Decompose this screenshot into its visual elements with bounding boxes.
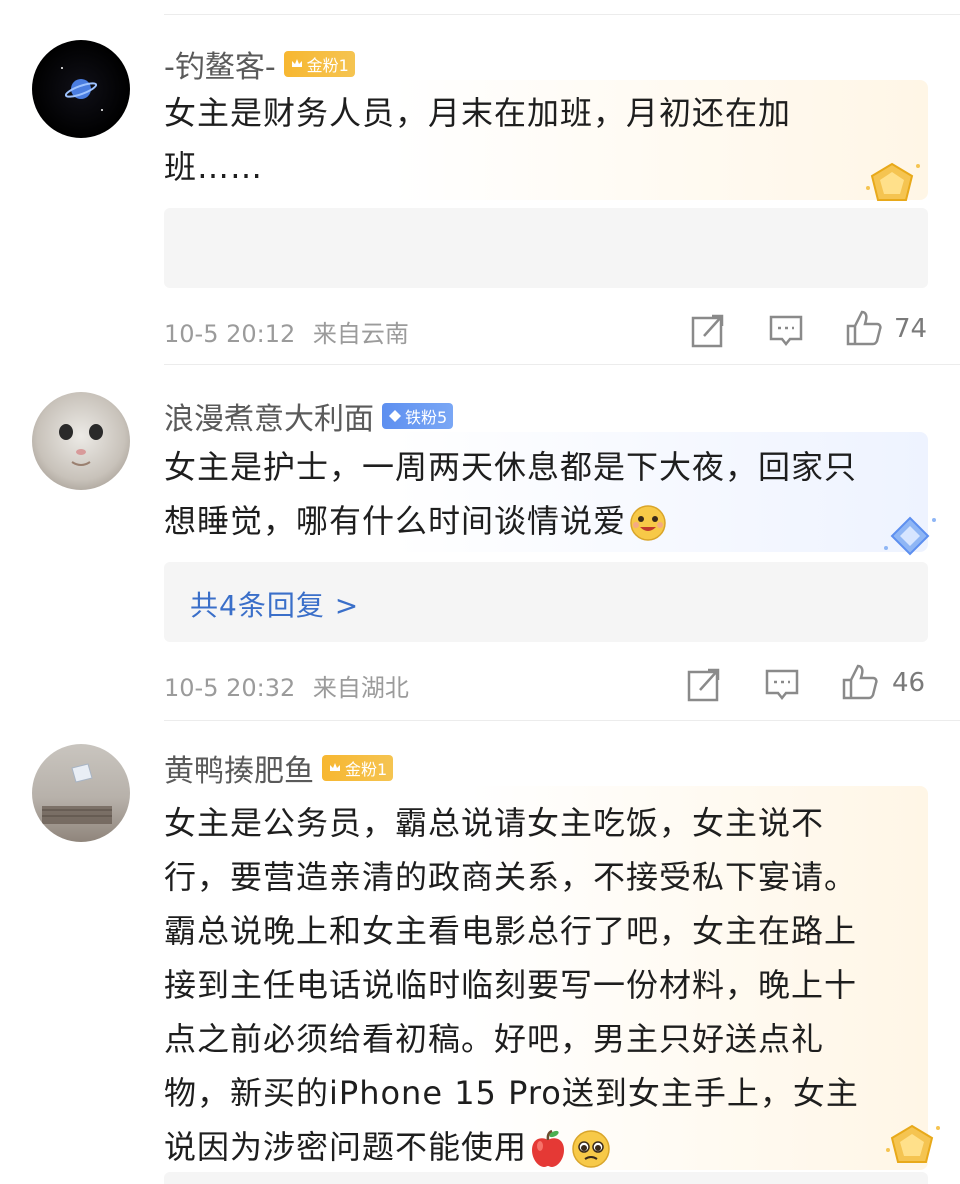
comment-line: 班……: [164, 148, 264, 186]
thumbs-up-icon[interactable]: [840, 662, 880, 702]
comment-line: 女主是护士，一周两天休息都是下大夜，回家只: [164, 448, 858, 486]
username[interactable]: 黄鸭揍肥鱼 金粉1: [164, 746, 394, 790]
comment-line: 霸总说晚上和女主看电影总行了吧，女主在路上: [164, 912, 858, 950]
comment-text: 女主是公务员，霸总说请女主吃饭，女主说不 行，要营造亲清的政商关系，不接受私下宴…: [164, 796, 928, 1174]
comment-line: 女主是公务员，霸总说请女主吃饭，女主说不: [164, 804, 825, 842]
comment-line-text: 想睡觉，哪有什么时间谈情说爱: [164, 502, 627, 540]
comment-line: 想睡觉，哪有什么时间谈情说爱: [164, 494, 928, 548]
comment-meta: 10-5 20:32 来自湖北: [164, 668, 409, 703]
comment-divider: [164, 720, 960, 721]
comment-line: 女主是财务人员，月末在加班，月初还在加: [164, 94, 792, 132]
comment-line: 点之前必须给看初稿。好吧，男主只好送点礼: [164, 1020, 825, 1058]
pleading-face-emoji: [572, 1130, 610, 1168]
comment-line-text: 说因为涉密问题不能使用: [164, 1128, 528, 1166]
location: 来自湖北: [312, 674, 409, 702]
top-divider: [164, 14, 960, 15]
view-replies-link[interactable]: 共4条回复 >: [190, 584, 359, 624]
crown-icon: [291, 59, 302, 67]
comment-divider: [164, 364, 960, 365]
photo-avatar-icon: [42, 763, 112, 824]
timestamp: 10-5 20:12: [164, 320, 296, 348]
avatar[interactable]: [32, 40, 130, 138]
share-icon[interactable]: [684, 664, 724, 704]
comment-line: 接到主任电话说临时临刻要写一份材料，晚上十: [164, 966, 858, 1004]
comment-text: 女主是护士，一周两天休息都是下大夜，回家只 想睡觉，哪有什么时间谈情说爱: [164, 440, 928, 548]
thumbs-up-icon[interactable]: [844, 308, 884, 348]
like-count: 46: [892, 668, 926, 698]
happy-face-emoji: [630, 505, 666, 541]
crown-icon: [330, 763, 340, 771]
fan-badge-label: 金粉1: [306, 56, 349, 75]
diamond-icon: [389, 410, 401, 422]
reply-card: [164, 208, 928, 288]
comment-line: 说因为涉密问题不能使用: [164, 1120, 928, 1174]
cat-face-icon: [59, 424, 103, 466]
timestamp: 10-5 20:32: [164, 674, 296, 702]
gold-medal-icon: [866, 162, 920, 201]
planet-icon: [61, 67, 103, 111]
gold-medal-icon: [886, 1124, 940, 1163]
fan-badge[interactable]: 金粉1: [283, 51, 355, 77]
comment-text: 女主是财务人员，月末在加班，月初还在加 班……: [164, 86, 928, 194]
location: 来自云南: [312, 320, 409, 348]
comment-line: 行，要营造亲清的政商关系，不接受私下宴请。: [164, 858, 858, 896]
fan-badge-label: 铁粉5: [405, 408, 448, 427]
like-count: 74: [894, 314, 928, 344]
avatar[interactable]: [32, 392, 130, 490]
share-icon[interactable]: [688, 310, 728, 350]
fan-badge[interactable]: 铁粉5: [382, 403, 454, 429]
comment-line: 物，新买的iPhone 15 Pro送到女主手上，女主: [164, 1074, 859, 1112]
red-apple-emoji: [532, 1129, 565, 1167]
username-text[interactable]: 黄鸭揍肥鱼: [164, 746, 314, 790]
comment-icon[interactable]: [762, 664, 802, 704]
fan-badge[interactable]: 金粉1: [322, 755, 394, 781]
blue-diamond-icon: [884, 516, 936, 556]
avatar[interactable]: [32, 744, 130, 842]
fan-badge-label: 金粉1: [345, 760, 388, 779]
comment-meta: 10-5 20:12 来自云南: [164, 314, 409, 349]
reply-card: [164, 1172, 928, 1184]
comment-icon[interactable]: [766, 310, 806, 350]
